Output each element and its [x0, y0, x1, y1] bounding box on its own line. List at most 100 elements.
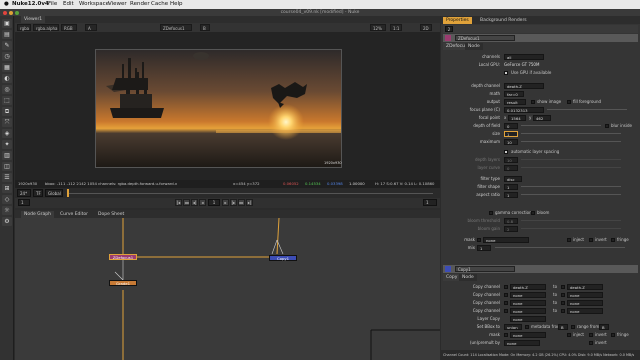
copy-channel-from-dropdown[interactable]: none — [510, 291, 546, 298]
menu-render[interactable]: Render — [130, 1, 150, 7]
other-icon[interactable]: ◇ — [2, 195, 12, 204]
aspect-ratio-field[interactable]: 1 — [504, 191, 518, 198]
focal-point-x-field[interactable]: 1564 — [508, 114, 526, 121]
tab-background-renders[interactable]: Background Renders — [477, 17, 530, 24]
toolsets-icon[interactable]: ⊞ — [2, 184, 12, 193]
aspect-ratio-slider[interactable] — [521, 194, 621, 195]
timeline-track[interactable] — [67, 193, 433, 194]
particles-icon[interactable]: ✦ — [2, 140, 12, 149]
step-back-icon[interactable]: ◂| — [191, 199, 198, 206]
node-name-field[interactable]: ZDefocus1 — [455, 35, 515, 41]
depth-layers-slider[interactable] — [521, 159, 621, 160]
node-grade1[interactable]: Grade1 — [109, 280, 137, 286]
tab-viewer1[interactable]: Viewer1 — [21, 16, 46, 23]
output-dropdown[interactable]: result — [504, 98, 526, 105]
prev-keyframe-icon[interactable]: ◂◂ — [183, 199, 190, 206]
invert-checkbox[interactable] — [589, 237, 593, 242]
read-icon[interactable]: ▤ — [2, 30, 12, 39]
tab-properties[interactable]: Properties — [443, 17, 472, 24]
frame-mode-dropdown[interactable]: 1:1 — [390, 24, 402, 31]
menu-cache[interactable]: Cache — [151, 1, 168, 7]
range-from-dropdown[interactable]: B — [599, 323, 609, 330]
set-bbox-dropdown[interactable]: union — [504, 323, 522, 330]
bloom-threshold-slider[interactable] — [521, 220, 621, 221]
tab-node-graph[interactable]: Node Graph — [21, 211, 54, 218]
step-forward-icon[interactable]: |▸ — [230, 199, 237, 206]
viewer-icon[interactable]: ▣ — [2, 19, 12, 28]
zdefocus-node-header[interactable]: ZDefocus1 — [443, 34, 638, 42]
timeline-bar[interactable]: 24* TF Global — [15, 188, 440, 198]
node-copy1[interactable]: Copy1 — [269, 255, 297, 261]
layer-curve-field[interactable]: 0 — [504, 164, 518, 171]
playhead[interactable] — [67, 189, 69, 197]
fringe-checkbox[interactable] — [611, 237, 615, 242]
bloom-threshold-field[interactable]: 0.8 — [504, 217, 518, 224]
copy-channel-from-checkbox[interactable] — [504, 284, 508, 289]
inject-checkbox[interactable] — [567, 237, 571, 242]
bloom-gain-slider[interactable] — [521, 228, 621, 229]
color-icon[interactable]: ◐ — [2, 74, 12, 83]
depth-channel-dropdown[interactable]: depth.Z — [504, 82, 544, 89]
views-icon[interactable]: ◫ — [2, 162, 12, 171]
next-keyframe-icon[interactable]: ▸▸ — [238, 199, 245, 206]
merge-icon[interactable]: ⧉ — [2, 107, 12, 116]
mix-slider[interactable] — [495, 247, 625, 248]
layer-dropdown[interactable]: rgba.alpha — [33, 24, 59, 31]
mask-dropdown[interactable]: none — [483, 236, 529, 243]
metadata-checkbox[interactable] — [525, 324, 529, 329]
range-checkbox[interactable] — [571, 324, 575, 329]
unpremult-invert-checkbox[interactable] — [589, 340, 593, 345]
viewer-node-dropdown[interactable]: ZDefocus1 — [160, 24, 192, 31]
copy-channel-from-checkbox[interactable] — [504, 308, 508, 313]
copy-channel-to-checkbox[interactable] — [561, 292, 565, 297]
play-forward-icon[interactable]: ▸ — [222, 199, 229, 206]
size-field[interactable]: 1 — [504, 130, 518, 137]
copy-channel-to-checkbox[interactable] — [561, 284, 565, 289]
copy-channel-to-dropdown[interactable]: depth.Z — [567, 283, 603, 290]
transform-icon[interactable]: ⤧ — [2, 118, 12, 127]
timeline-range-dropdown[interactable]: Global — [45, 189, 63, 197]
viewer-image[interactable] — [95, 49, 342, 168]
focus-plane-slider[interactable] — [547, 109, 627, 110]
first-frame-icon[interactable]: |◂ — [175, 199, 182, 206]
node-color-icon[interactable] — [445, 35, 451, 41]
fill-foreground-checkbox[interactable] — [567, 99, 571, 104]
deep-icon[interactable]: ▥ — [2, 151, 12, 160]
focus-plane-field[interactable]: 0.0132313 — [504, 106, 544, 113]
start-frame-field[interactable]: 1 — [18, 199, 30, 206]
timeline-mode[interactable]: TF — [33, 189, 43, 197]
maximum-slider[interactable] — [521, 141, 621, 142]
depth-of-field-field[interactable]: 0 — [504, 122, 518, 129]
copy-channel-from-checkbox[interactable] — [504, 292, 508, 297]
tab-copy-node[interactable]: Node — [459, 274, 477, 281]
copy-node-header[interactable]: Copy1 — [443, 265, 638, 273]
zoom-dropdown[interactable]: 12% — [370, 24, 386, 31]
copy-node-color-icon[interactable] — [445, 266, 451, 272]
depth-layers-field[interactable]: 10 — [504, 156, 518, 163]
panel-count-field[interactable]: 2 — [445, 26, 453, 32]
blur-inside-checkbox[interactable] — [605, 123, 609, 128]
focal-point-y-field[interactable]: 462 — [533, 114, 551, 121]
unpremult-dropdown[interactable]: none — [504, 339, 540, 346]
keyer-icon[interactable]: ⬚ — [2, 96, 12, 105]
mask-checkbox[interactable] — [477, 237, 481, 242]
copy-mask-checkbox[interactable] — [504, 332, 508, 337]
node-zdefocus1[interactable]: ZDefocus1 — [109, 254, 137, 260]
layer-copy-dropdown[interactable]: none — [510, 315, 546, 322]
apple-menu-icon[interactable]: ● — [4, 1, 9, 7]
tab-curve-editor[interactable]: Curve Editor — [57, 211, 92, 218]
use-gpu-checkbox[interactable] — [504, 70, 508, 75]
a-input-dropdown[interactable]: A — [85, 24, 97, 31]
metadata-from-dropdown[interactable]: B — [558, 323, 568, 330]
furnace-icon[interactable]: ☼ — [2, 206, 12, 215]
menu-edit[interactable]: Edit — [63, 1, 74, 7]
copy-channel-to-checkbox[interactable] — [561, 300, 565, 305]
maximum-field[interactable]: 10 — [504, 138, 518, 145]
channels-dropdown[interactable]: all — [504, 53, 544, 60]
depth-of-field-slider[interactable] — [521, 125, 601, 126]
filter-type-dropdown[interactable]: disc — [504, 175, 522, 182]
3d-icon[interactable]: ◈ — [2, 129, 12, 138]
bloom-checkbox[interactable] — [531, 210, 535, 215]
app-menu[interactable]: Nuke12.0v4 — [12, 1, 49, 7]
filter-shape-field[interactable]: 1 — [504, 183, 518, 190]
